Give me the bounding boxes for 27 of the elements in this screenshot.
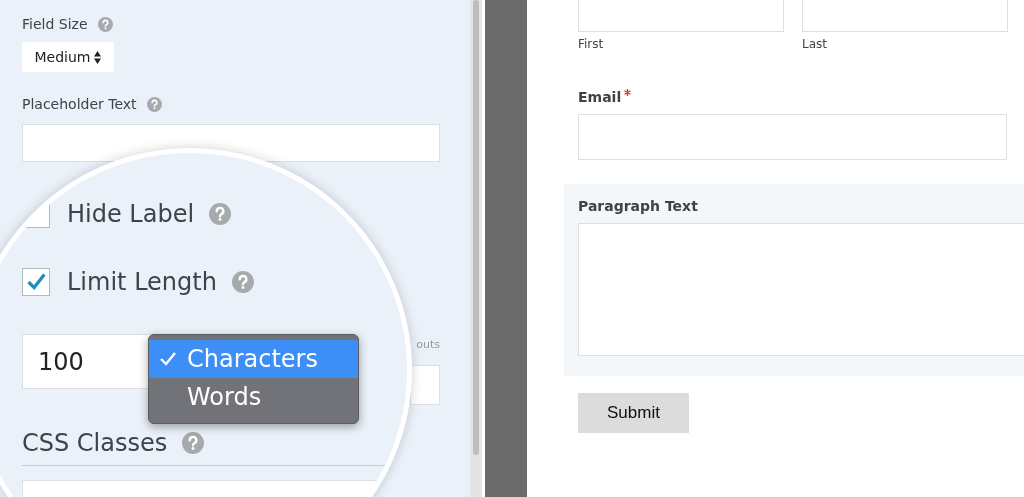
placeholder-field[interactable] [22, 124, 440, 162]
paragraph-field[interactable] [578, 223, 1024, 356]
field-label: outs [416, 338, 440, 351]
size-select[interactable]: Medium [22, 42, 114, 72]
field-label: CSS Classes [22, 429, 168, 457]
help-icon [146, 96, 162, 112]
field-sublabel: Last [802, 37, 828, 51]
checkbox[interactable] [22, 268, 50, 296]
help-icon [182, 432, 205, 454]
scrollbar[interactable] [470, 0, 482, 497]
field-label: Paragraph Text [578, 198, 699, 214]
field-sublabel: First [578, 37, 605, 51]
help-icon [209, 203, 232, 225]
field-label: Email [578, 89, 622, 105]
name-field[interactable] [802, 0, 1008, 32]
submit-button[interactable]: Submit [578, 393, 689, 433]
checkbox-label: Hide Label [67, 200, 195, 228]
name-field[interactable] [578, 0, 784, 32]
help-icon [231, 271, 254, 293]
text-field[interactable] [410, 365, 440, 405]
field-label: Placeholder Text [22, 96, 137, 112]
checkbox-label: Limit Length [67, 268, 217, 296]
email-field[interactable] [578, 114, 1007, 160]
field-label: Field Size [22, 16, 88, 32]
help-icon [97, 16, 113, 32]
updown-icon [94, 50, 102, 64]
checkmark-icon [159, 351, 177, 367]
